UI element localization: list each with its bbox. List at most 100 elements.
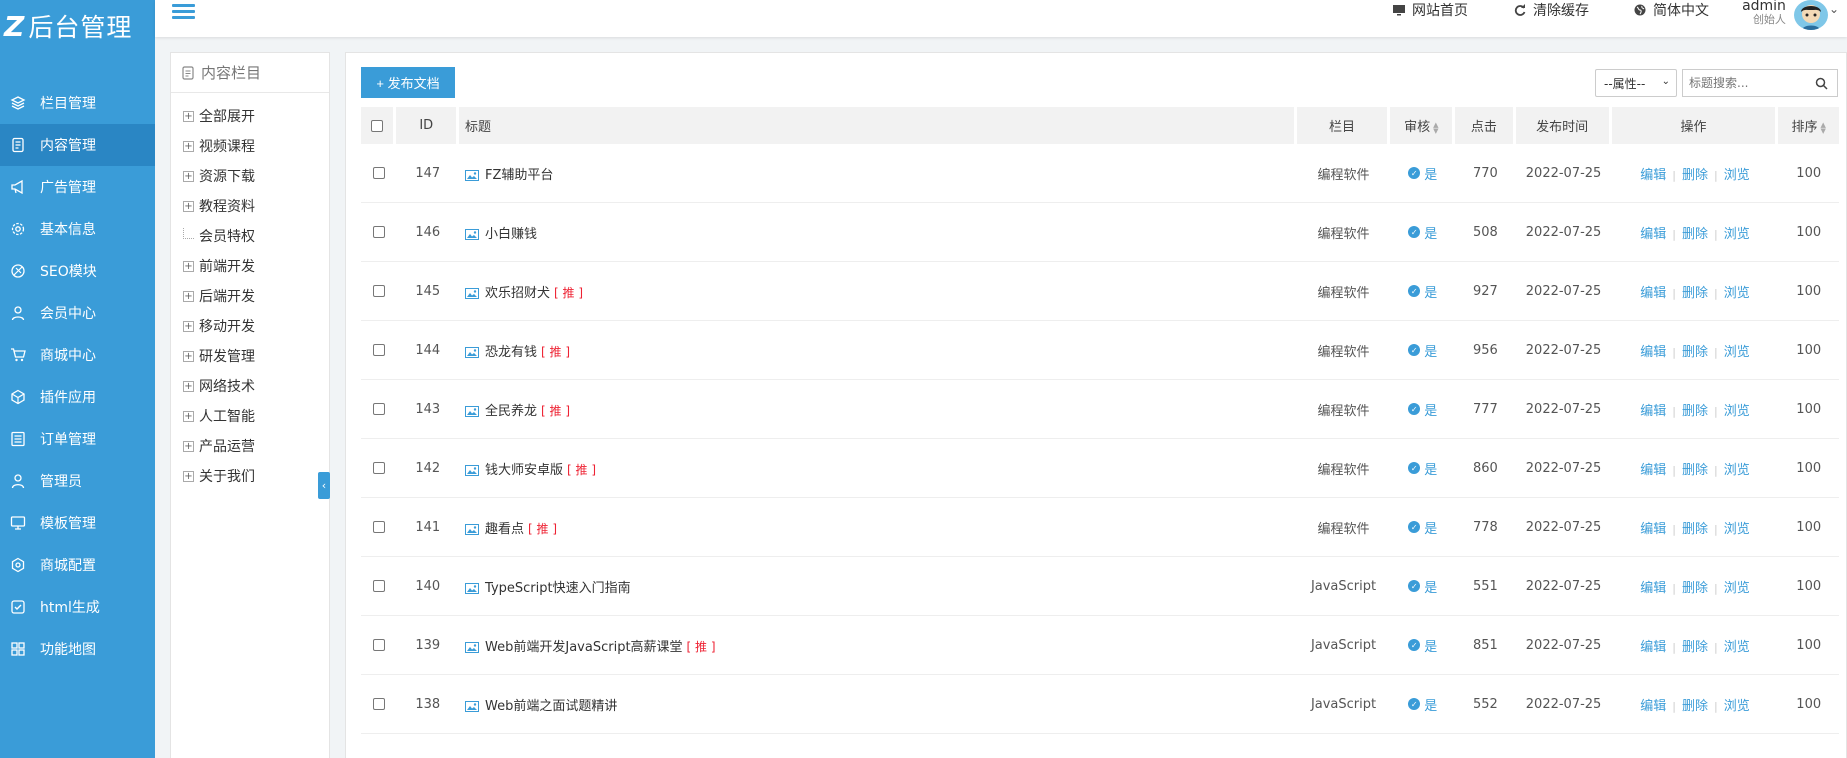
edit-link[interactable]: 编辑 — [1640, 227, 1666, 242]
row-title[interactable]: 全民养龙 — [485, 404, 537, 419]
menu-toggle-icon[interactable] — [172, 1, 195, 23]
attribute-select[interactable]: --属性-- ⌄ — [1595, 69, 1677, 97]
row-title[interactable]: FZ辅助平台 — [485, 168, 553, 183]
delete-link[interactable]: 删除 — [1682, 699, 1708, 714]
sidebar-item[interactable]: 基本信息 — [0, 208, 155, 250]
row-checkbox[interactable] — [372, 285, 385, 297]
expand-icon[interactable]: + — [183, 290, 194, 302]
view-link[interactable]: 浏览 — [1724, 699, 1750, 714]
row-checkbox[interactable] — [372, 167, 385, 179]
view-link[interactable]: 浏览 — [1724, 463, 1750, 478]
view-link[interactable]: 浏览 — [1724, 640, 1750, 655]
category-tree-item[interactable]: + 研发管理 — [171, 341, 329, 371]
view-link[interactable]: 浏览 — [1724, 581, 1750, 596]
row-title[interactable]: TypeScript快速入门指南 — [485, 581, 631, 596]
expand-icon[interactable]: + — [183, 380, 194, 392]
category-tree-item[interactable]: + 全部展开 — [171, 101, 329, 131]
sidebar-item[interactable]: 模板管理 — [0, 502, 155, 544]
expand-icon[interactable]: + — [183, 320, 194, 332]
category-tree-item[interactable]: + 资源下载 — [171, 161, 329, 191]
review-status[interactable]: ✓ 是 — [1408, 459, 1437, 478]
edit-link[interactable]: 编辑 — [1640, 404, 1666, 419]
row-checkbox[interactable] — [372, 698, 385, 710]
row-title[interactable]: 欢乐招财犬 — [485, 286, 550, 301]
row-title[interactable]: 小白赚钱 — [485, 227, 537, 242]
edit-link[interactable]: 编辑 — [1640, 463, 1666, 478]
sidebar-item[interactable]: 功能地图 — [0, 628, 155, 670]
sidebar-item[interactable]: 订单管理 — [0, 418, 155, 460]
sidebar-item[interactable]: 商城配置 — [0, 544, 155, 586]
row-checkbox[interactable] — [372, 226, 385, 238]
row-title[interactable]: 钱大师安卓版 — [485, 463, 563, 478]
delete-link[interactable]: 删除 — [1682, 286, 1708, 301]
expand-icon[interactable]: + — [183, 110, 194, 122]
review-status[interactable]: ✓ 是 — [1408, 577, 1437, 596]
delete-link[interactable]: 删除 — [1682, 168, 1708, 183]
category-tree-item[interactable]: + 产品运营 — [171, 431, 329, 461]
chevron-down-icon[interactable]: ⌄ — [1829, 2, 1839, 30]
edit-link[interactable]: 编辑 — [1640, 522, 1666, 537]
expand-icon[interactable]: + — [183, 410, 194, 422]
category-tree-item[interactable]: + 前端开发 — [171, 251, 329, 281]
review-status[interactable]: ✓ 是 — [1408, 282, 1437, 301]
delete-link[interactable]: 删除 — [1682, 227, 1708, 242]
category-tree-item[interactable]: + 教程资料 — [171, 191, 329, 221]
review-status[interactable]: ✓ 是 — [1408, 695, 1437, 714]
row-checkbox[interactable] — [372, 403, 385, 415]
edit-link[interactable]: 编辑 — [1640, 581, 1666, 596]
expand-icon[interactable]: + — [183, 260, 194, 272]
sidebar-item[interactable]: 商城中心 — [0, 334, 155, 376]
category-tree-item[interactable]: + 移动开发 — [171, 311, 329, 341]
sidebar-item[interactable]: SEO模块 — [0, 250, 155, 292]
review-status[interactable]: ✓ 是 — [1408, 400, 1437, 419]
search-icon[interactable] — [1815, 77, 1828, 90]
sidebar-item[interactable]: 栏目管理 — [0, 82, 155, 124]
expand-icon[interactable]: + — [183, 470, 194, 482]
view-link[interactable]: 浏览 — [1724, 522, 1750, 537]
category-tree-item[interactable]: + 网络技术 — [171, 371, 329, 401]
edit-link[interactable]: 编辑 — [1640, 286, 1666, 301]
search-input[interactable] — [1683, 70, 1813, 96]
col-sort[interactable]: 排序 ▲ ▼ — [1778, 107, 1839, 144]
review-status[interactable]: ✓ 是 — [1408, 223, 1437, 242]
view-link[interactable]: 浏览 — [1724, 168, 1750, 183]
view-link[interactable]: 浏览 — [1724, 286, 1750, 301]
sidebar-item[interactable]: 插件应用 — [0, 376, 155, 418]
delete-link[interactable]: 删除 — [1682, 345, 1708, 360]
view-link[interactable]: 浏览 — [1724, 404, 1750, 419]
logo[interactable]: Z 后台管理 — [0, 0, 155, 52]
delete-link[interactable]: 删除 — [1682, 640, 1708, 655]
sidebar-item[interactable]: 会员中心 — [0, 292, 155, 334]
review-status[interactable]: ✓ 是 — [1408, 636, 1437, 655]
expand-icon[interactable]: + — [183, 440, 194, 452]
category-tree-item[interactable]: 会员特权 — [171, 221, 329, 251]
row-checkbox[interactable] — [372, 580, 385, 592]
expand-icon[interactable]: + — [183, 350, 194, 362]
site-home-link[interactable]: 网站首页 — [1392, 0, 1468, 20]
view-link[interactable]: 浏览 — [1724, 227, 1750, 242]
user-menu[interactable]: admin 创始人 ⌄ — [1742, 0, 1839, 30]
language-link[interactable]: 简体中文 — [1633, 0, 1709, 20]
view-link[interactable]: 浏览 — [1724, 345, 1750, 360]
expand-icon[interactable]: + — [183, 140, 194, 152]
sidebar-item[interactable]: 内容管理 — [0, 124, 155, 166]
category-tree-item[interactable]: + 后端开发 — [171, 281, 329, 311]
expand-icon[interactable]: + — [183, 170, 194, 182]
row-checkbox[interactable] — [372, 344, 385, 356]
row-title[interactable]: 趣看点 — [485, 522, 524, 537]
category-tree-item[interactable]: + 人工智能 — [171, 401, 329, 431]
select-all-checkbox[interactable] — [371, 119, 384, 132]
edit-link[interactable]: 编辑 — [1640, 345, 1666, 360]
delete-link[interactable]: 删除 — [1682, 404, 1708, 419]
review-status[interactable]: ✓ 是 — [1408, 518, 1437, 537]
sidebar-item[interactable]: 广告管理 — [0, 166, 155, 208]
sidebar-item[interactable]: 管理员 — [0, 460, 155, 502]
row-title[interactable]: Web前端开发JavaScript高薪课堂 — [485, 640, 683, 655]
clear-cache-link[interactable]: 清除缓存 — [1513, 0, 1589, 20]
category-tree-item[interactable]: + 关于我们 — [171, 461, 329, 491]
collapse-panel-button[interactable]: ‹ — [318, 472, 330, 499]
sidebar-item[interactable]: html生成 — [0, 586, 155, 628]
col-review[interactable]: 审核 ▲ ▼ — [1390, 107, 1456, 144]
category-tree-item[interactable]: + 视频课程 — [171, 131, 329, 161]
review-status[interactable]: ✓ 是 — [1408, 341, 1437, 360]
